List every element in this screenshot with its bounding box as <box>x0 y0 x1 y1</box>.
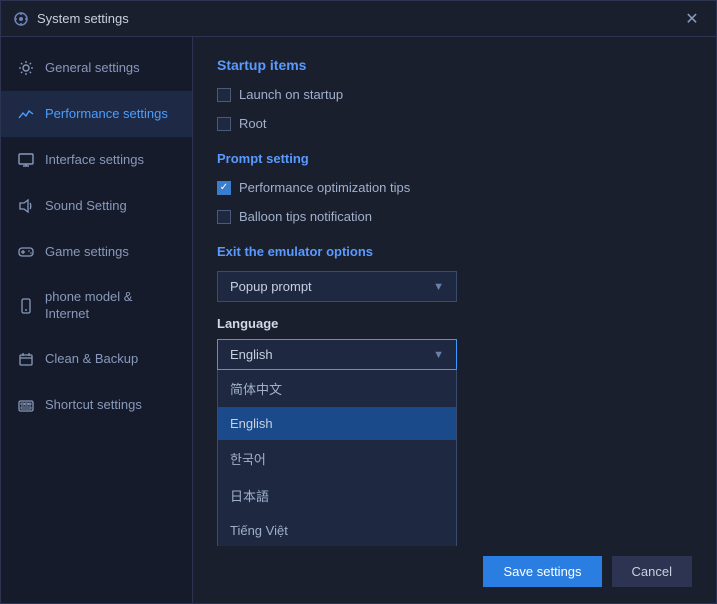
language-selected-value: English <box>230 347 273 362</box>
language-section: Language English ▼ 简体中文 English <box>217 316 692 370</box>
sound-icon <box>17 197 35 215</box>
balloon-tips-label: Balloon tips notification <box>239 209 372 224</box>
window-title: System settings <box>37 11 680 26</box>
shortcut-icon <box>17 397 35 415</box>
sidebar-label-shortcut: Shortcut settings <box>45 397 142 414</box>
sidebar-label-sound: Sound Setting <box>45 198 127 215</box>
prompt-section-title: Prompt setting <box>217 151 692 166</box>
sidebar-item-interface[interactable]: Interface settings <box>1 137 192 183</box>
language-dropdown-list: 简体中文 English 한국어 日本語 <box>217 370 457 546</box>
sidebar-item-performance[interactable]: Performance settings <box>1 91 192 137</box>
language-dropdown-arrow: ▼ <box>433 349 444 361</box>
exit-dropdown-value: Popup prompt <box>230 279 312 294</box>
sidebar-item-game[interactable]: Game settings <box>1 229 192 275</box>
perf-tips-label: Performance optimization tips <box>239 180 410 195</box>
window-icon <box>13 11 29 27</box>
sidebar-label-interface: Interface settings <box>45 152 144 169</box>
exit-section-title: Exit the emulator options <box>217 244 692 259</box>
perf-tips-checkbox[interactable] <box>217 181 231 195</box>
title-bar: System settings ✕ <box>1 1 716 37</box>
root-row: Root <box>217 114 692 133</box>
sidebar-item-sound[interactable]: Sound Setting <box>1 183 192 229</box>
exit-dropdown-arrow: ▼ <box>433 281 444 293</box>
game-icon <box>17 243 35 261</box>
launch-startup-row: Launch on startup <box>217 85 692 104</box>
sidebar-item-general[interactable]: General settings <box>1 45 192 91</box>
performance-icon <box>17 105 35 123</box>
sidebar-item-clean[interactable]: Clean & Backup <box>1 337 192 383</box>
balloon-tips-checkbox[interactable] <box>217 210 231 224</box>
language-label: Language <box>217 316 692 331</box>
sidebar-item-shortcut[interactable]: Shortcut settings <box>1 383 192 429</box>
footer-buttons: Save settings Cancel <box>193 546 716 603</box>
sidebar-label-clean: Clean & Backup <box>45 351 138 368</box>
content-area: Startup items Launch on startup Root Pro… <box>193 37 716 546</box>
sidebar-label-general: General settings <box>45 60 140 77</box>
sidebar-label-phone: phone model & Internet <box>45 289 176 323</box>
language-option-zh[interactable]: 简体中文 <box>218 370 456 407</box>
language-option-ko[interactable]: 한국어 <box>218 440 456 477</box>
language-dropdown-trigger[interactable]: English ▼ <box>217 339 457 370</box>
interface-icon <box>17 151 35 169</box>
language-option-ja[interactable]: 日本語 <box>218 477 456 514</box>
startup-section-title: Startup items <box>217 57 692 73</box>
sidebar-label-game: Game settings <box>45 244 129 261</box>
balloon-tips-row: Balloon tips notification <box>217 207 692 226</box>
launch-startup-label: Launch on startup <box>239 87 343 102</box>
save-button[interactable]: Save settings <box>483 556 601 587</box>
language-option-vi[interactable]: Tiếng Việt <box>218 514 456 546</box>
language-dropdown-wrapper: English ▼ 简体中文 English 한국어 <box>217 339 457 370</box>
general-icon <box>17 59 35 77</box>
sidebar-item-phone[interactable]: phone model & Internet <box>1 275 192 337</box>
sidebar-label-performance: Performance settings <box>45 106 168 123</box>
launch-startup-checkbox[interactable] <box>217 88 231 102</box>
phone-icon <box>17 297 35 315</box>
clean-icon <box>17 351 35 369</box>
main-content: General settings Performance settings <box>1 37 716 603</box>
cancel-button[interactable]: Cancel <box>612 556 692 587</box>
close-button[interactable]: ✕ <box>680 7 704 31</box>
exit-dropdown[interactable]: Popup prompt ▼ <box>217 271 457 302</box>
system-settings-window: System settings ✕ General settings <box>0 0 717 604</box>
sidebar: General settings Performance settings <box>1 37 193 603</box>
root-label: Root <box>239 116 266 131</box>
root-checkbox[interactable] <box>217 117 231 131</box>
language-option-en[interactable]: English <box>218 407 456 440</box>
perf-tips-row: Performance optimization tips <box>217 178 692 197</box>
